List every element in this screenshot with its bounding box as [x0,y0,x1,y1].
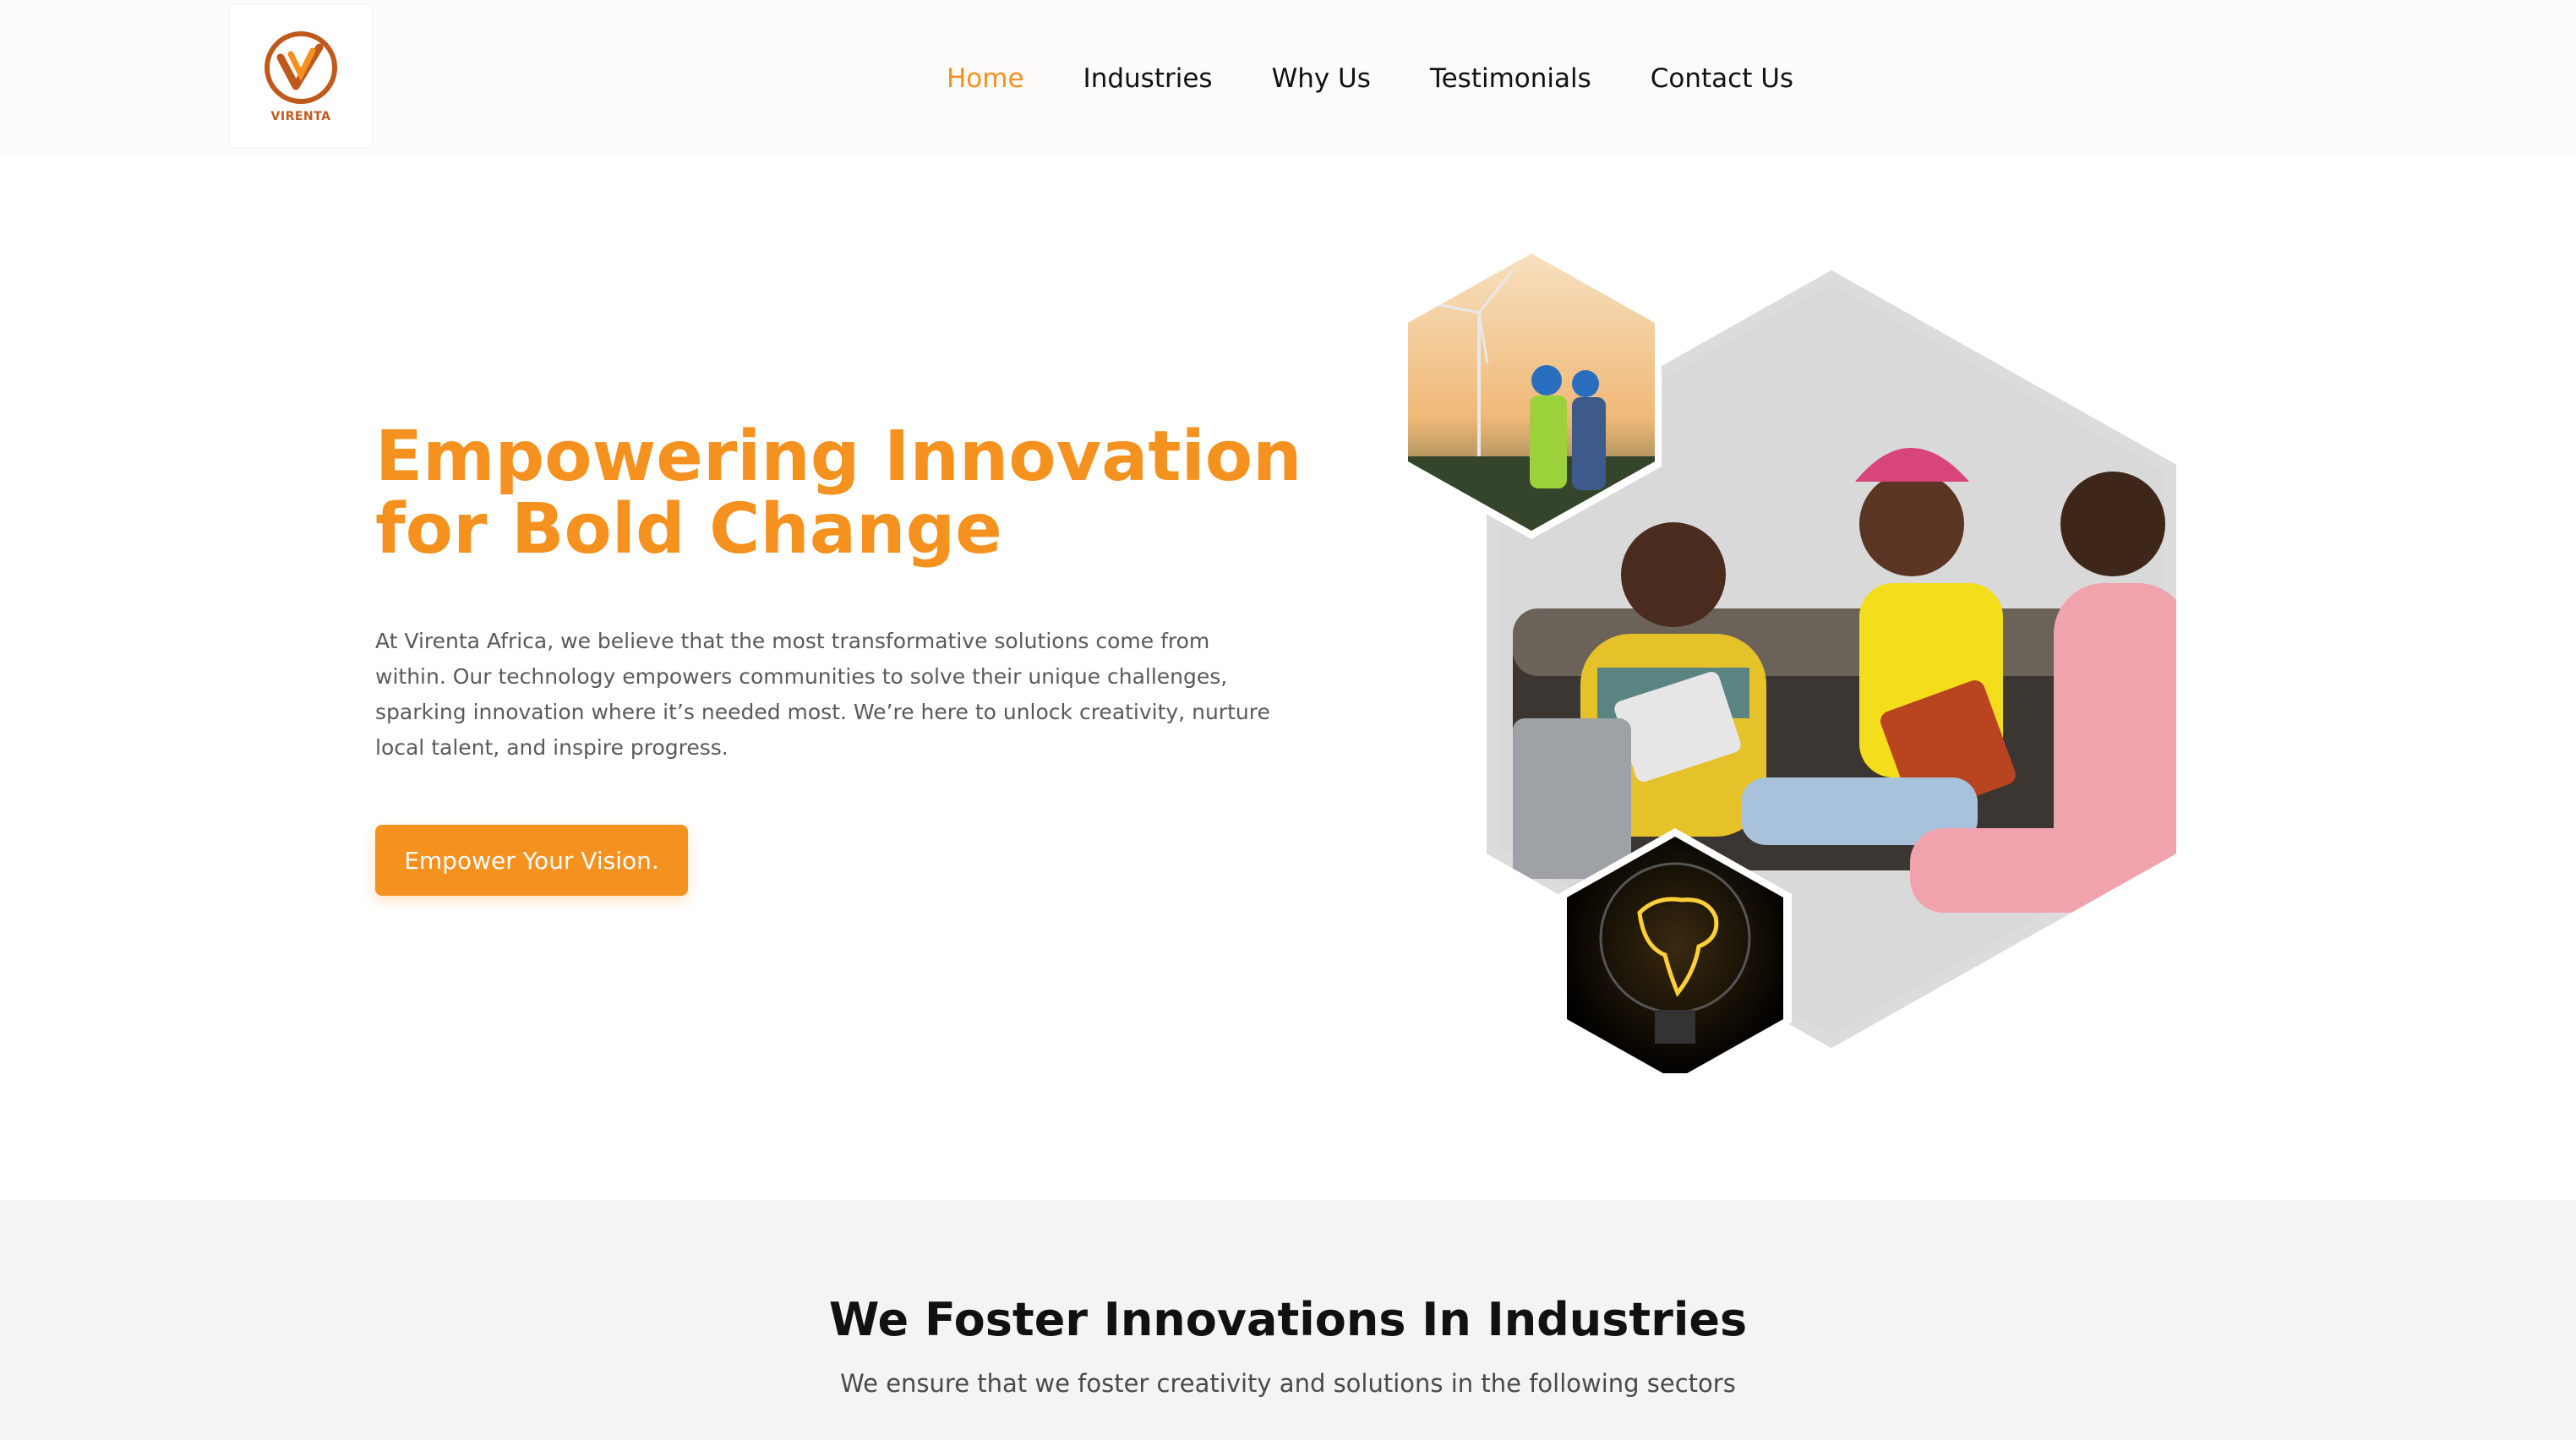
nav-why-us[interactable]: Why Us [1272,63,1371,94]
nav-industries[interactable]: Industries [1083,63,1213,94]
industries-title: We Foster Innovations In Industries [828,1293,1748,1346]
hero-title: Empowering Innovation for Bold Change [375,421,1322,566]
main-nav: Home Industries Why Us Testimonials Cont… [947,59,1793,98]
hero-title-line-1: Empowering Innovation [375,417,1302,497]
industries-subtitle: We ensure that we foster creativity and … [840,1369,1736,1398]
empower-vision-button[interactable]: Empower Your Vision. [375,825,688,896]
hero-hexagon-collage [1401,245,2176,1073]
hero-title-line-2: for Bold Change [375,489,1002,570]
v-checkmark-logo-icon [265,31,337,104]
hero-paragraph: At Virenta Africa, we believe that the m… [375,629,1270,760]
site-header: VIRENTA Home Industries Why Us Testimoni… [0,0,2576,154]
nav-contact-us[interactable]: Contact Us [1651,63,1793,94]
nav-testimonials[interactable]: Testimonials [1430,63,1591,94]
nav-home[interactable]: Home [947,63,1024,94]
industries-section: We Foster Innovations In Industries We e… [0,1200,2576,1440]
brand-logo[interactable]: VIRENTA [230,5,372,147]
logo-text: VIRENTA [270,110,331,123]
